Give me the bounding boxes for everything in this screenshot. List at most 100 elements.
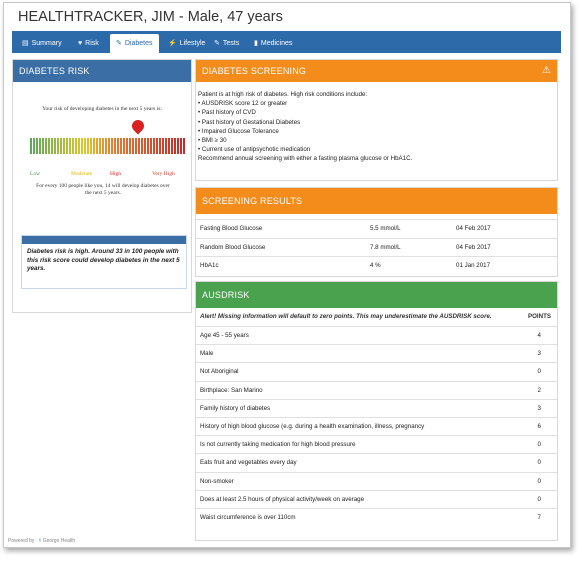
footer: Powered by ⚕ George Health — [8, 538, 75, 544]
risk-scale-bar — [75, 138, 77, 154]
scale-high: High — [110, 171, 121, 177]
table-row: Not Aboriginal 0 — [196, 362, 557, 380]
tab-summary[interactable]: ▤ Summary — [16, 34, 68, 53]
screening-results-panel: SCREENING RESULTS Fasting Blood Glucose … — [195, 187, 558, 277]
page-title: HEALTHTRACKER, JIM - Male, 47 years — [18, 9, 283, 25]
table-row: Is not currently taking medication for h… — [196, 435, 557, 453]
risk-scale-bar — [126, 138, 128, 154]
tab-lifestyle[interactable]: ⚡ Lifestyle — [162, 34, 211, 53]
screening-line: • BMI ≥ 30 — [198, 137, 227, 145]
factor-points: 0 — [537, 477, 541, 485]
tab-medicines-label: Medicines — [260, 40, 293, 47]
table-row: Fasting Blood Glucose 5.5 mmol/L 04 Feb … — [196, 219, 557, 238]
factor-label: Is not currently taking medication for h… — [200, 441, 356, 449]
risk-scale-bar — [129, 138, 131, 154]
screening-line: Patient is at high risk of diabetes. Hig… — [198, 91, 368, 98]
tab-summary-label: Summary — [31, 40, 62, 47]
warning-icon: ⚠ — [541, 65, 551, 76]
pencil-icon: ✎ — [116, 40, 122, 47]
screening-text: Patient is at high risk of diabetes. Hig… — [196, 82, 557, 164]
risk-scale-bar — [177, 138, 179, 154]
factor-points: 0 — [537, 495, 541, 503]
factor-points: 0 — [537, 368, 541, 376]
result-date: 04 Feb 2017 — [456, 225, 491, 232]
risk-scale-bar — [66, 138, 68, 154]
screening-header-label: DIABETES SCREENING — [202, 66, 307, 76]
risk-scale-bar — [168, 138, 170, 154]
screening-line: • Past history of Gestational Diabetes — [198, 118, 301, 126]
factor-label: Non-smoker — [200, 477, 234, 485]
wrench-icon: ✎ — [214, 40, 220, 47]
risk-scale-bar — [90, 138, 92, 154]
risk-scale-bar — [51, 138, 53, 154]
risk-scale-bar — [39, 138, 41, 154]
clipboard-icon: ▤ — [22, 40, 29, 47]
tab-medicines[interactable]: ▮ Medicines — [248, 34, 298, 53]
risk-scale-bar — [36, 138, 38, 154]
brand-name: George Health — [42, 538, 76, 544]
risk-scale-bar — [93, 138, 95, 154]
risk-scale-bar — [108, 138, 110, 154]
risk-scale-bar — [150, 138, 152, 154]
scale-low: Low — [30, 171, 41, 177]
table-row: History of high blood glucose (e.g. duri… — [196, 416, 557, 435]
risk-summary: For every 100 people like you, 14 will d… — [36, 183, 170, 196]
ausdrisk-header: AUSDRISK — [196, 282, 557, 308]
risk-scale-bar — [162, 138, 164, 154]
risk-alert-text: Diabetes risk is high. Around 33 in 100 … — [27, 248, 180, 272]
run-icon: ⚡ — [168, 40, 177, 47]
results-header: SCREENING RESULTS — [196, 188, 557, 214]
risk-scale-bar — [159, 138, 161, 154]
result-value: 4 % — [370, 262, 381, 269]
heart-icon: ♥ — [78, 40, 83, 47]
tab-diabetes[interactable]: ✎ Diabetes — [110, 34, 159, 53]
tab-risk[interactable]: ♥ Risk — [72, 34, 105, 53]
screening-line: Recommend annual screening with either a… — [198, 155, 413, 163]
risk-scale-bar — [63, 138, 65, 154]
factor-label: History of high blood glucose (e.g. duri… — [200, 422, 425, 430]
risk-alert: Diabetes risk is high. Around 33 in 100 … — [21, 235, 187, 289]
nav-bar: ▤ Summary ♥ Risk ✎ Diabetes ⚡ Lifestyle … — [12, 31, 561, 53]
risk-marker-icon — [129, 117, 147, 135]
table-row: Non-smoker 0 — [196, 471, 557, 490]
risk-scale-bar — [147, 138, 149, 154]
table-row: Eats fruit and vegetables every day 0 — [196, 453, 557, 471]
tab-lifestyle-label: Lifestyle — [179, 40, 206, 47]
risk-scale-bars — [30, 138, 186, 154]
risk-scale-bar — [81, 138, 83, 154]
risk-scale-bar — [138, 138, 140, 154]
tab-diabetes-label: Diabetes — [124, 40, 153, 47]
tab-tests[interactable]: ✎ Tests — [208, 34, 245, 53]
ausdrisk-alert: Alert! Missing information will default … — [200, 313, 492, 320]
screening-line: • AUSDRISK score 12 or greater — [198, 100, 288, 108]
risk-scale-bar — [114, 138, 116, 154]
ausdrisk-panel: AUSDRISK Alert! Missing information will… — [195, 281, 558, 541]
risk-alert-bar — [22, 236, 186, 244]
tab-risk-label: Risk — [85, 40, 99, 47]
factor-points: 2 — [537, 386, 541, 394]
factor-points: 6 — [537, 422, 541, 430]
factor-points: 4 — [537, 332, 541, 339]
table-row: Birthplace: San Marino 2 — [196, 380, 557, 399]
factor-label: Age 45 - 55 years — [200, 332, 249, 339]
brand-logo-icon: ⚕ — [38, 538, 42, 544]
screening-line: • Current use of antipsychotic medicatio… — [198, 146, 311, 154]
table-row: Age 45 - 55 years 4 — [196, 326, 557, 344]
risk-scale-bar — [180, 138, 182, 154]
risk-scale-bar — [78, 138, 80, 154]
table-row: Does at least 2.5 hours of physical acti… — [196, 489, 557, 508]
risk-scale-bar — [156, 138, 158, 154]
factor-points: 0 — [537, 441, 541, 449]
screening-line: • Impaired Glucose Tolerance — [198, 127, 279, 135]
risk-scale-bar — [54, 138, 56, 154]
risk-scale-bar — [153, 138, 155, 154]
screening-panel: DIABETES SCREENING ⚠ Patient is at high … — [195, 59, 558, 181]
factor-label: Waist circumference is over 110cm — [200, 513, 296, 521]
risk-scale-bar — [141, 138, 143, 154]
factor-points: 3 — [537, 404, 541, 412]
factor-points: 0 — [537, 459, 541, 467]
risk-scale-bar — [96, 138, 98, 154]
risk-scale-bar — [87, 138, 89, 154]
risk-scale-bar — [72, 138, 74, 154]
table-row: Male 3 — [196, 344, 557, 362]
